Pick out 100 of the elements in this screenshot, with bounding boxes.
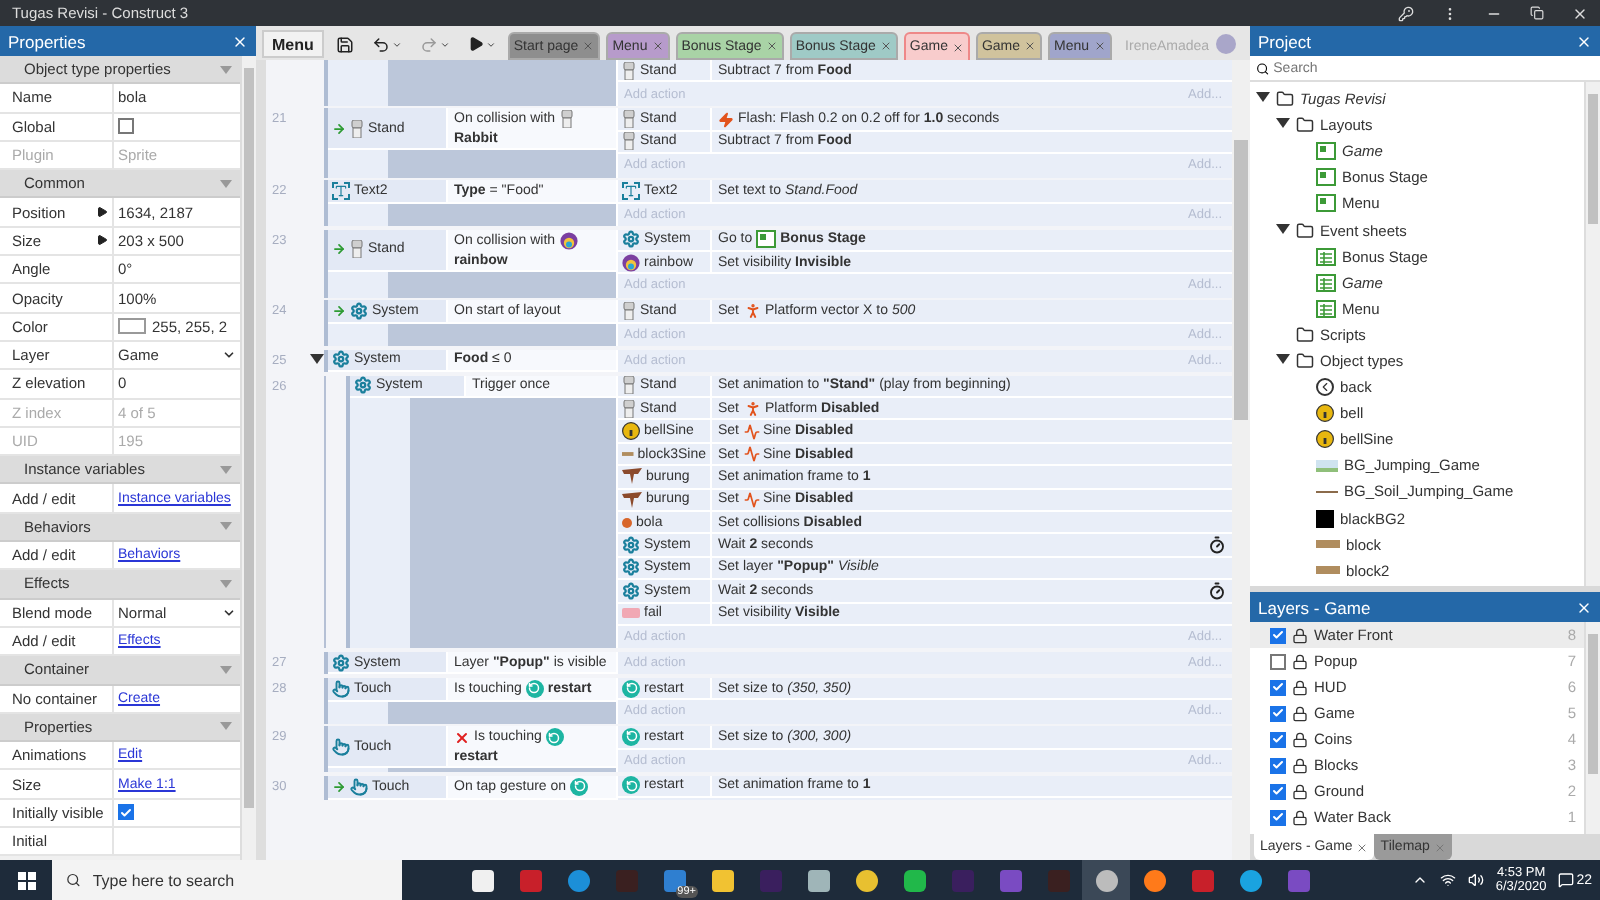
checkbox[interactable] <box>1270 783 1286 799</box>
restart-icon <box>545 728 564 747</box>
scrollbar-thumb <box>1588 634 1598 774</box>
chevron-down-icon <box>485 39 496 49</box>
chevron-down-icon <box>222 605 236 620</box>
bell-icon <box>1316 404 1334 423</box>
bell-icon <box>1316 430 1334 449</box>
lock-icon[interactable] <box>1292 783 1308 799</box>
caret-icon <box>220 465 232 474</box>
checkbox[interactable] <box>1270 679 1286 695</box>
lock-icon[interactable] <box>1292 653 1308 669</box>
gear-icon <box>622 536 640 555</box>
restore-icon[interactable] <box>1530 6 1544 20</box>
color-swatch <box>118 318 146 335</box>
lock-icon[interactable] <box>1292 809 1308 825</box>
checkbox[interactable] <box>1270 809 1286 825</box>
close-icon <box>1356 841 1369 853</box>
layout-icon <box>1316 142 1336 161</box>
caret-icon[interactable] <box>1256 92 1270 107</box>
caret-icon[interactable] <box>1276 118 1290 133</box>
pointer-icon <box>332 737 350 756</box>
close-icon <box>1433 841 1446 853</box>
caret-icon[interactable] <box>1276 223 1290 238</box>
chevron-down-icon <box>391 39 402 49</box>
chevron-down-icon <box>439 39 450 49</box>
lock-icon[interactable] <box>1292 627 1308 643</box>
checkbox[interactable] <box>1270 757 1286 773</box>
caret-icon <box>220 579 232 588</box>
close-icon[interactable] <box>879 40 892 52</box>
gear-icon <box>622 558 640 577</box>
close-icon[interactable] <box>951 41 964 53</box>
checkbox[interactable] <box>1270 731 1286 747</box>
label-icon <box>622 608 640 619</box>
menu-button[interactable]: Menu <box>262 30 324 58</box>
gear-icon <box>622 230 640 249</box>
lock-icon[interactable] <box>1292 757 1308 773</box>
checkbox[interactable] <box>1270 653 1286 669</box>
text-icon <box>332 181 350 200</box>
landscape-icon <box>1316 459 1338 472</box>
search-field[interactable]: Type here to search <box>52 860 402 900</box>
checkbox[interactable] <box>1270 705 1286 721</box>
save-icon <box>335 35 354 53</box>
wifi-icon[interactable] <box>1439 872 1456 888</box>
gear-icon <box>622 581 640 600</box>
lock-icon[interactable] <box>1292 705 1308 721</box>
dot-icon <box>622 517 632 528</box>
figure-icon <box>622 399 636 418</box>
restart-icon <box>622 776 640 795</box>
gear-icon <box>350 301 368 320</box>
caret-icon <box>220 522 232 531</box>
expand-icon[interactable] <box>96 206 108 219</box>
lock-icon[interactable] <box>1292 731 1308 747</box>
restart-icon <box>622 679 640 698</box>
figure-icon <box>622 132 636 151</box>
pointer-icon <box>350 777 368 796</box>
search-input[interactable]: Type here to search <box>92 871 388 889</box>
checkbox[interactable] <box>1270 627 1286 643</box>
close-icon[interactable] <box>1024 40 1037 52</box>
lock-icon[interactable] <box>1292 679 1308 695</box>
gear-icon <box>332 350 350 369</box>
square-icon <box>1316 509 1334 528</box>
caret-icon <box>220 65 232 74</box>
pointer-icon <box>332 679 350 698</box>
close-icon[interactable] <box>765 40 778 52</box>
restart-icon <box>622 727 640 746</box>
expand-icon[interactable] <box>96 234 108 247</box>
panel-title: Layers - Game <box>1258 597 1371 617</box>
panel-title: Properties <box>8 31 86 51</box>
bar-icon <box>622 450 634 458</box>
table-icon <box>1316 273 1336 292</box>
ball-icon <box>559 231 578 250</box>
table-icon <box>1316 247 1336 266</box>
lightning-icon <box>718 111 734 128</box>
figure-icon <box>350 240 364 259</box>
layout-icon <box>756 230 777 249</box>
bell-icon <box>622 422 640 441</box>
folder-icon <box>1296 116 1314 135</box>
figure-icon <box>559 110 574 129</box>
caret-icon[interactable] <box>1276 353 1290 368</box>
key-icon[interactable] <box>1398 5 1414 21</box>
panel-title: Project <box>1258 31 1311 51</box>
bar-icon <box>1316 540 1340 549</box>
checkbox[interactable] <box>118 118 134 135</box>
restart-icon <box>570 777 589 796</box>
folder-icon <box>1296 221 1314 240</box>
folder-icon <box>1276 90 1294 109</box>
caret-icon <box>220 665 232 674</box>
volume-icon[interactable] <box>1467 872 1484 888</box>
ball-icon <box>622 253 640 272</box>
running-figure-icon <box>743 399 762 418</box>
search-icon <box>1256 61 1270 75</box>
checkbox[interactable] <box>118 804 134 821</box>
running-figure-icon <box>743 301 762 320</box>
avatar <box>1215 34 1236 54</box>
caret-icon <box>220 179 232 188</box>
scrollbar-thumb <box>1588 94 1598 224</box>
line-icon <box>1316 489 1338 494</box>
folder-icon <box>1296 351 1314 370</box>
chevron-up-icon[interactable] <box>1411 872 1428 888</box>
gear-icon <box>332 653 350 672</box>
